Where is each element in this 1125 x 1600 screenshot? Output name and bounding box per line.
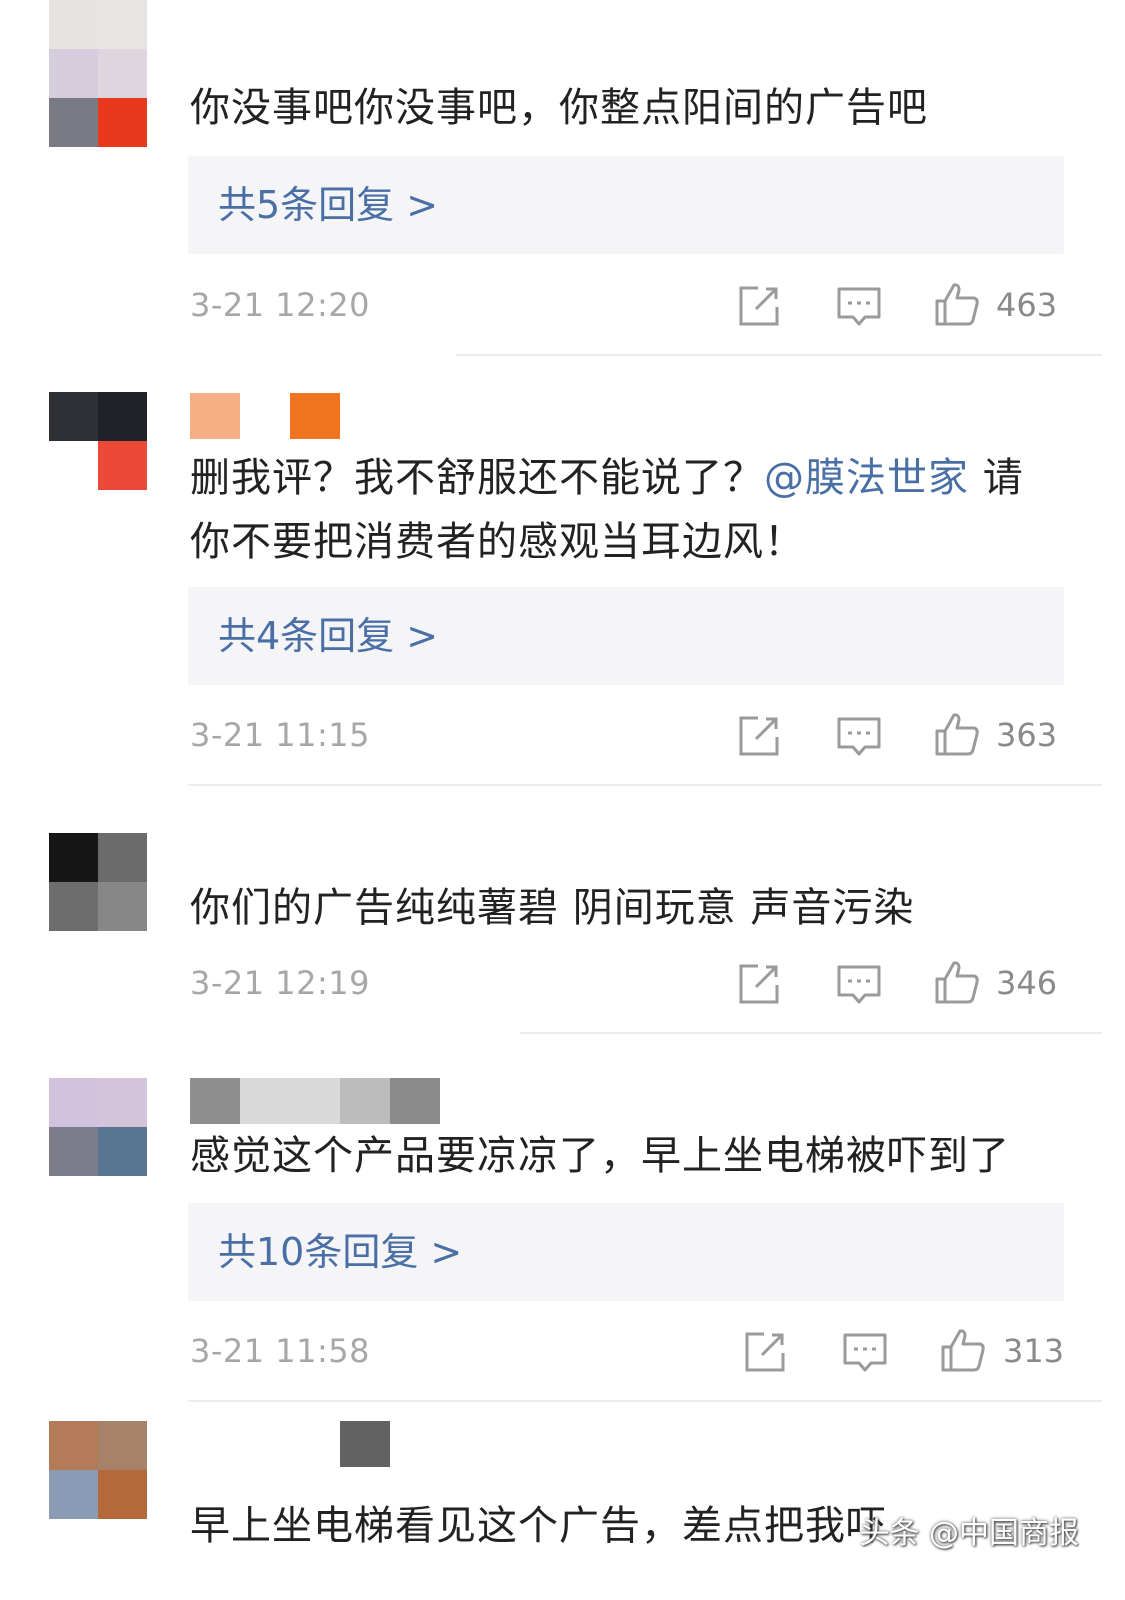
reply-count-label: 共5条回复 > <box>218 183 439 227</box>
like-icon[interactable] <box>934 711 980 757</box>
comment-text: 删我评？我不舒服还不能说了？@膜法世家 请 你不要把消费者的感观当耳边风！ <box>190 446 1070 574</box>
like-icon[interactable] <box>934 959 980 1005</box>
comment-time: 3-21 11:58 <box>190 1332 371 1370</box>
username-blurred[interactable] <box>190 1421 390 1467</box>
divider <box>520 1032 1102 1034</box>
comment-text: 你没事吧你没事吧，你整点阳间的广告吧 <box>190 85 928 131</box>
reply-count-label: 共4条回复 > <box>218 614 439 658</box>
comment-text: 早上坐电梯看见这个广告，差点把我吓 <box>190 1503 887 1549</box>
comment-time: 3-21 12:19 <box>190 964 371 1002</box>
like-count: 463 <box>996 286 1058 324</box>
comment-icon[interactable] <box>836 961 882 1007</box>
like-count: 346 <box>996 964 1058 1002</box>
reply-count-button[interactable]: 共5条回复 > <box>188 156 1064 254</box>
watermark: 头条 @中国商报 <box>859 1516 1079 1551</box>
divider <box>188 1400 1102 1402</box>
avatar[interactable] <box>49 833 147 931</box>
comment-time: 3-21 12:20 <box>190 286 371 324</box>
divider <box>188 784 1102 786</box>
mention-link[interactable]: @膜法世家 <box>764 455 969 501</box>
username-blurred[interactable] <box>190 1078 440 1124</box>
avatar[interactable] <box>49 1078 147 1176</box>
comment-text-part: 删我评？我不舒服还不能说了？ <box>190 455 764 501</box>
like-count: 363 <box>996 716 1058 754</box>
reply-count-label: 共10条回复 > <box>218 1230 463 1274</box>
share-icon[interactable] <box>736 961 782 1007</box>
like-icon[interactable] <box>940 1327 986 1373</box>
username-blurred[interactable] <box>190 393 340 439</box>
comment-text: 你们的广告纯纯薯碧 阴间玩意 声音污染 <box>190 885 915 931</box>
like-icon[interactable] <box>934 281 980 327</box>
comment-text-part: 请 <box>969 455 1024 501</box>
avatar[interactable] <box>49 0 147 147</box>
comment-text: 感觉这个产品要凉凉了，早上坐电梯被吓到了 <box>190 1133 1010 1179</box>
comment-icon[interactable] <box>836 283 882 329</box>
comment-text-line: 你不要把消费者的感观当耳边风！ <box>190 519 805 565</box>
avatar[interactable] <box>49 1421 147 1519</box>
comment-icon[interactable] <box>836 713 882 759</box>
comment-time: 3-21 11:15 <box>190 716 371 754</box>
divider <box>456 354 1102 356</box>
like-count: 313 <box>1003 1332 1065 1370</box>
reply-count-button[interactable]: 共4条回复 > <box>188 587 1064 685</box>
share-icon[interactable] <box>736 283 782 329</box>
share-icon[interactable] <box>736 713 782 759</box>
share-icon[interactable] <box>742 1329 788 1375</box>
reply-count-button[interactable]: 共10条回复 > <box>188 1203 1064 1301</box>
comment-icon[interactable] <box>842 1329 888 1375</box>
avatar[interactable] <box>49 392 147 490</box>
